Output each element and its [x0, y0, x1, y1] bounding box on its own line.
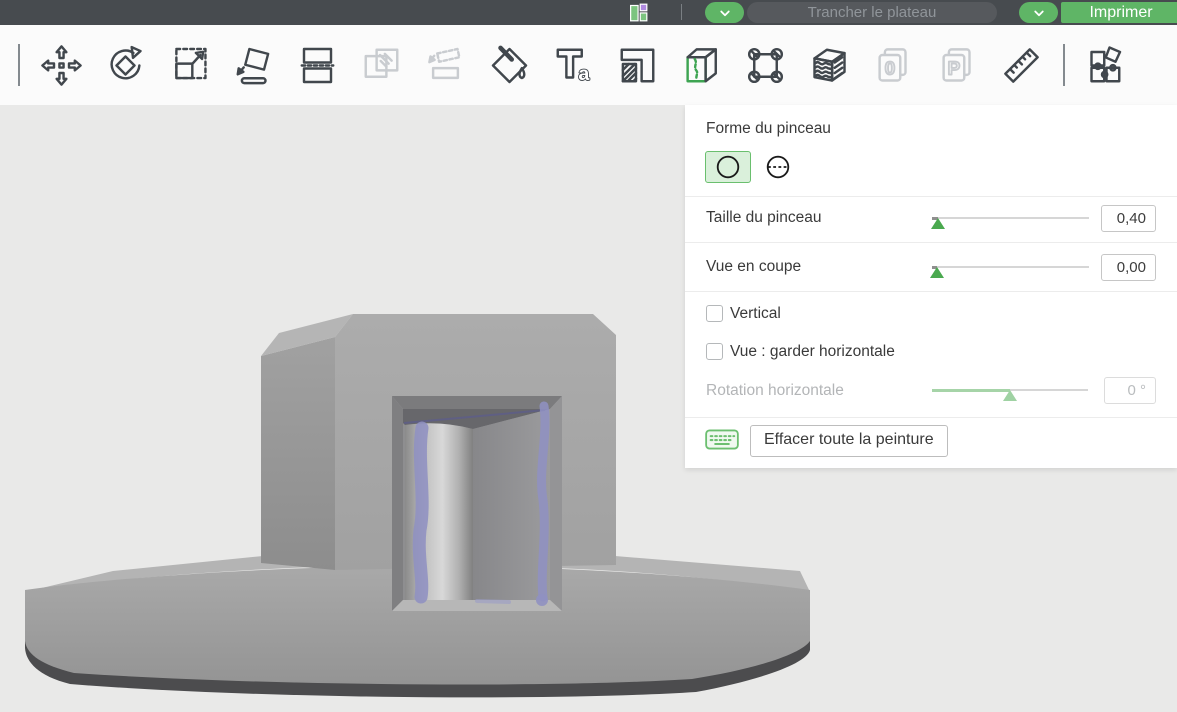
print-label: Imprimer — [1089, 3, 1153, 21]
topbar-separator — [681, 4, 682, 20]
slice-dropdown-button[interactable] — [705, 2, 744, 23]
erase-all-painting-button[interactable]: Effacer toute la peinture — [750, 425, 948, 457]
svg-text:P: P — [948, 57, 961, 78]
sphere-brush-icon — [766, 155, 790, 179]
chevron-down-icon — [719, 10, 730, 16]
brush-size-value[interactable]: 0,40 — [1101, 205, 1156, 232]
top-bar: Trancher le plateau Imprimer — [0, 0, 1177, 25]
place-on-face-tool-icon[interactable] — [231, 43, 276, 88]
vertical-checkbox[interactable] — [706, 305, 723, 322]
cut-tool-icon[interactable] — [295, 43, 340, 88]
svg-text:0: 0 — [885, 57, 895, 78]
mirror-tool-icon — [359, 43, 404, 88]
toolbar-separator — [1063, 44, 1065, 86]
print-button[interactable]: Imprimer — [1061, 2, 1177, 23]
paint-tool-icon[interactable] — [487, 43, 532, 88]
seam-painting-tool-icon[interactable] — [679, 43, 724, 88]
move-tool-icon[interactable] — [39, 43, 84, 88]
vertical-checkbox-label: Vertical — [730, 305, 781, 322]
seam-painting-panel: Forme du pinceau Taille du pinceau 0,40 … — [685, 105, 1177, 468]
slider-thumb[interactable] — [929, 267, 944, 278]
per-object-process-tool-icon: P — [935, 43, 980, 88]
section-view-slider[interactable] — [929, 260, 1089, 278]
slider-track — [932, 266, 1089, 268]
slider-fill — [932, 388, 1010, 392]
section-view-label: Vue en coupe — [706, 258, 802, 275]
lay-flat-tool-icon — [423, 43, 468, 88]
brush-size-label: Taille du pinceau — [706, 209, 822, 226]
fuzzy-skin-tool-icon[interactable] — [807, 43, 852, 88]
divider — [685, 196, 1177, 197]
divider — [685, 417, 1177, 418]
brush-shape-circle-button[interactable] — [705, 151, 751, 183]
brush-size-slider[interactable] — [931, 211, 1089, 229]
slider-track — [932, 217, 1089, 219]
toolbar-separator — [18, 44, 20, 86]
brush-shape-sphere-button[interactable] — [755, 151, 801, 183]
print-dropdown-button[interactable] — [1019, 2, 1058, 23]
divider — [685, 291, 1177, 292]
svg-text:a: a — [578, 63, 590, 85]
slice-plate-button[interactable]: Trancher le plateau — [747, 2, 997, 23]
scale-tool-icon[interactable] — [167, 43, 212, 88]
keyboard-shortcuts-icon[interactable] — [705, 427, 739, 452]
horizontal-rotation-value: 0 ° — [1104, 377, 1156, 404]
measure-tool-icon[interactable] — [999, 43, 1044, 88]
section-view-value[interactable]: 0,00 — [1101, 254, 1156, 281]
slider-thumb — [1003, 390, 1017, 401]
horizontal-rotation-label: Rotation horizontale — [706, 382, 844, 399]
arrange-plate-icon[interactable] — [628, 2, 649, 23]
chevron-down-icon — [1033, 10, 1044, 16]
horizontal-rotation-slider — [932, 383, 1088, 401]
circle-brush-icon — [716, 155, 740, 179]
zero-layer-tool-icon: 0 — [871, 43, 916, 88]
keep-horizontal-checkbox-label: Vue : garder horizontale — [730, 343, 895, 360]
slider-thumb[interactable] — [931, 218, 946, 229]
main-toolbar: a 0 P — [0, 25, 1177, 105]
assembly-view-tool-icon[interactable] — [1084, 43, 1129, 88]
rotate-tool-icon[interactable] — [103, 43, 148, 88]
paint-supports-tool-icon[interactable] — [615, 43, 660, 88]
brush-shape-title: Forme du pinceau — [706, 120, 831, 137]
text-tool-icon[interactable]: a — [551, 43, 596, 88]
divider — [685, 242, 1177, 243]
keep-horizontal-checkbox[interactable] — [706, 343, 723, 360]
slicer-window: Trancher le plateau Imprimer a 0 P Forme d… — [0, 0, 1177, 712]
mmu-segmentation-tool-icon[interactable] — [743, 43, 788, 88]
slice-plate-label: Trancher le plateau — [807, 4, 937, 21]
